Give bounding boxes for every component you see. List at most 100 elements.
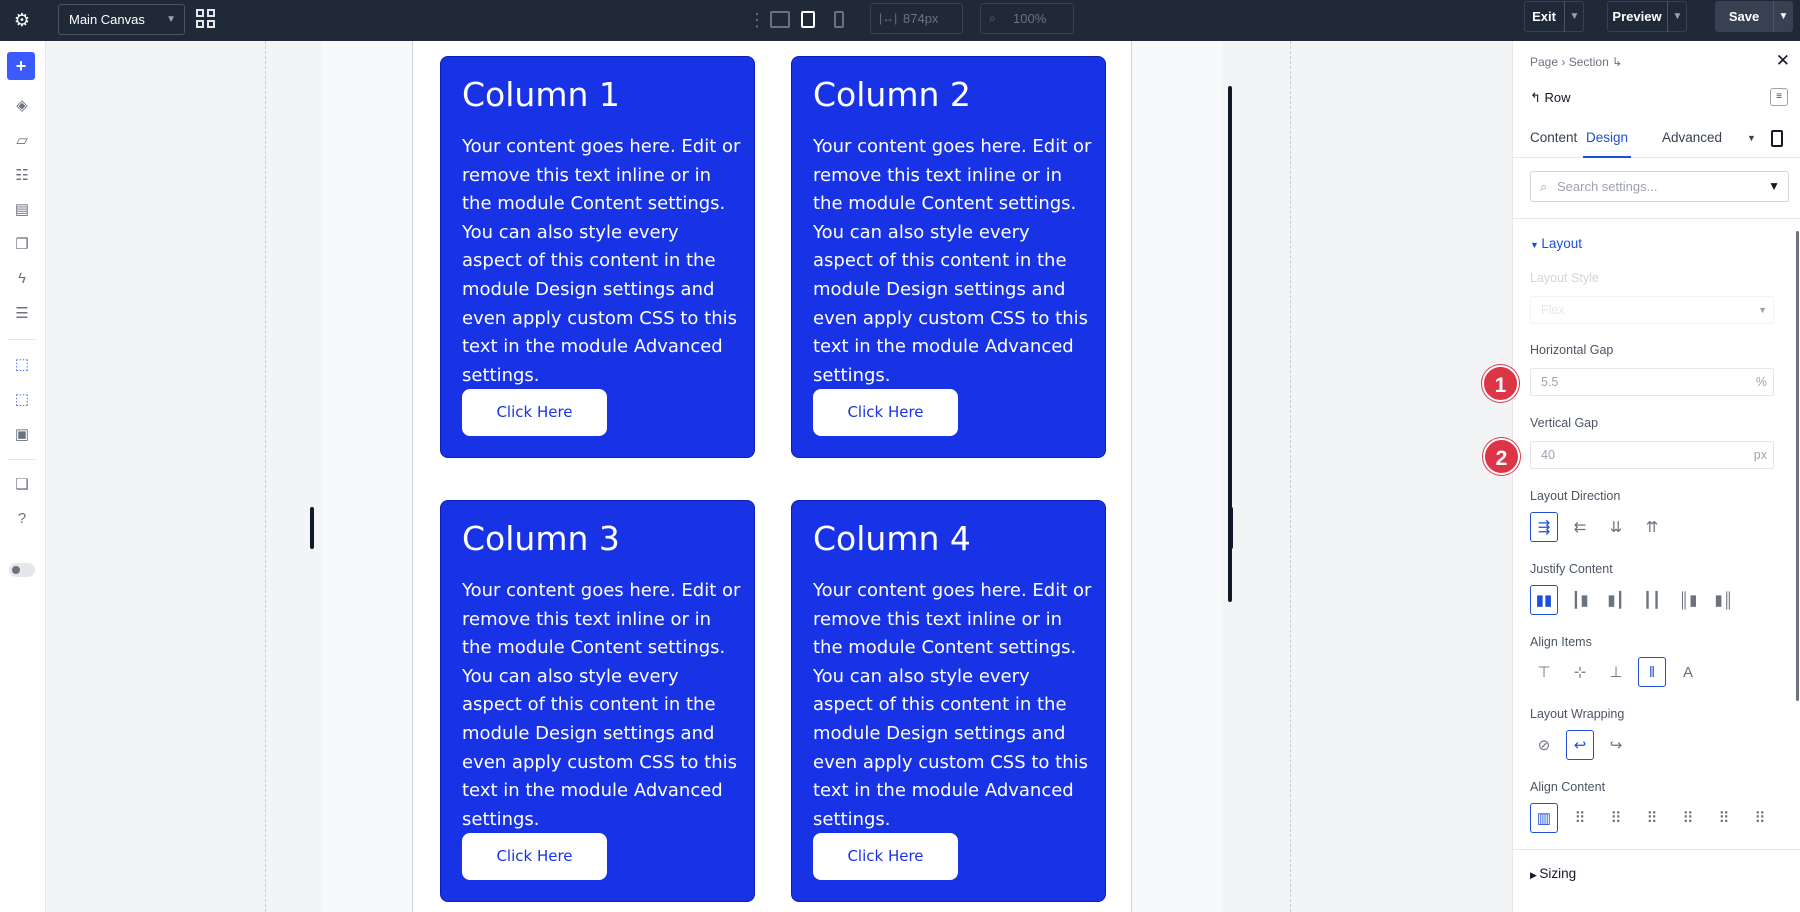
column-text: Your content goes here. Edit or remove t… <box>813 580 1092 830</box>
vertical-gap-unit[interactable]: px <box>1754 442 1767 468</box>
left-sidebar: + ◈ ▱ ☷ ▤ ❐ ϟ ☰ ⬚ ⬚ ▣ ❏ ? <box>0 41 46 912</box>
horizontal-gap-unit[interactable]: % <box>1756 369 1767 395</box>
wrap-icon[interactable]: ↩ <box>1566 730 1594 760</box>
layout-section-header[interactable]: ▼ Layout <box>1530 236 1582 251</box>
column-card[interactable]: Column 4 Your content goes here. Edit or… <box>791 500 1106 902</box>
sizing-section-title: Sizing <box>1539 866 1577 881</box>
align-content-stretch-icon[interactable]: ▥ <box>1530 803 1558 833</box>
add-icon[interactable]: + <box>7 52 35 80</box>
zoom-field[interactable]: ⌕ 100% <box>980 3 1074 34</box>
lightning-icon[interactable]: ϟ <box>11 267 33 289</box>
horizontal-gap-input[interactable]: 5.5 % <box>1530 368 1774 396</box>
justify-start-icon[interactable]: ▮▮ <box>1530 585 1558 615</box>
phone-view-icon[interactable] <box>1771 130 1783 147</box>
click-here-button[interactable]: Click Here <box>813 833 958 880</box>
more-vertical-icon[interactable]: ⋮ <box>748 6 766 34</box>
resize-handle-left[interactable] <box>310 507 314 549</box>
tab-content[interactable]: Content <box>1530 121 1577 158</box>
tab-advanced[interactable]: Advanced <box>1662 121 1722 158</box>
layout-style-value: Flex <box>1541 303 1565 317</box>
breadcrumb-section[interactable]: Section <box>1569 55 1609 69</box>
tablet-view-icon[interactable] <box>801 11 815 28</box>
settings-list-icon[interactable]: ☰ <box>11 302 33 324</box>
direction-row-reverse-icon[interactable]: ⇇ <box>1566 512 1594 542</box>
align-center-icon[interactable]: ⊹ <box>1566 657 1594 687</box>
column-card[interactable]: Column 1 Your content goes here. Edit or… <box>440 56 755 458</box>
panel-scrollbar[interactable] <box>1796 231 1799 701</box>
align-start-icon[interactable]: ⊤ <box>1530 657 1558 687</box>
direction-row-icon[interactable]: ⇶ <box>1530 512 1558 542</box>
justify-center-icon[interactable]: ┃▮ <box>1566 585 1594 615</box>
canvas-width-value: 874px <box>903 11 939 26</box>
align-content-around-icon[interactable]: ⠿ <box>1710 803 1738 833</box>
justify-end-icon[interactable]: ▮┃ <box>1602 585 1630 615</box>
back-icon[interactable]: ↰ <box>1530 90 1545 105</box>
chevron-down-icon[interactable]: ▼ <box>1564 1 1584 32</box>
canvas-selector[interactable]: Main Canvas ▼ <box>58 4 185 35</box>
click-here-button[interactable]: Click Here <box>462 389 607 436</box>
annotation-marker: 1 <box>1482 365 1519 402</box>
breadcrumb-page[interactable]: Page <box>1530 55 1558 69</box>
filter-icon[interactable]: ▼ <box>1768 172 1780 201</box>
align-end-icon[interactable]: ⊥ <box>1602 657 1630 687</box>
layout-settings-icon[interactable]: ▣ <box>11 423 33 445</box>
desktop-view-icon[interactable] <box>770 11 790 28</box>
grid-icon[interactable] <box>196 9 218 31</box>
align-content-evenly-icon[interactable]: ⠿ <box>1746 803 1774 833</box>
click-here-button[interactable]: Click Here <box>813 389 958 436</box>
element-options-icon[interactable]: ≡ <box>1770 88 1788 106</box>
forms-icon[interactable]: ▤ <box>11 198 33 220</box>
theme-toggle[interactable] <box>9 563 35 577</box>
justify-around-icon[interactable]: ║▮ <box>1674 585 1702 615</box>
layers-icon[interactable]: ◈ <box>11 94 33 116</box>
layout-style-label: Layout Style <box>1530 271 1599 285</box>
wrap-reverse-icon[interactable]: ↪ <box>1602 730 1630 760</box>
no-wrap-icon[interactable]: ⊘ <box>1530 730 1558 760</box>
row-height-handle[interactable] <box>1228 86 1232 602</box>
direction-column-icon[interactable]: ⇊ <box>1602 512 1630 542</box>
vertical-gap-input[interactable]: 40 px <box>1530 441 1774 469</box>
column-title: Column 2 <box>813 75 971 114</box>
align-content-end-icon[interactable]: ⠿ <box>1638 803 1666 833</box>
chevron-down-icon[interactable]: ▼ <box>1747 133 1756 143</box>
caret-down-icon: ▼ <box>1530 240 1542 250</box>
search-placeholder: Search settings... <box>1557 179 1658 194</box>
align-content-center-icon[interactable]: ⠿ <box>1602 803 1630 833</box>
layout-style-select[interactable]: Flex ▼ <box>1530 296 1774 324</box>
chevron-down-icon[interactable]: ▼ <box>1667 1 1687 32</box>
sidebar-divider <box>8 459 36 460</box>
justify-evenly-icon[interactable]: ▮║ <box>1710 585 1738 615</box>
multi-select-icon[interactable]: ⬚ <box>11 388 33 410</box>
column-card[interactable]: Column 3 Your content goes here. Edit or… <box>440 500 755 902</box>
column-text: Your content goes here. Edit or remove t… <box>462 580 741 830</box>
select-element-icon[interactable]: ⬚ <box>11 353 33 375</box>
gear-icon[interactable]: ⚙ <box>10 8 34 32</box>
align-content-start-icon[interactable]: ⠿ <box>1566 803 1594 833</box>
pages-icon[interactable]: ❐ <box>11 233 33 255</box>
guide-line <box>1290 41 1291 912</box>
window-icon[interactable]: ❏ <box>11 473 33 495</box>
chevron-down-icon[interactable]: ▼ <box>1773 1 1793 32</box>
tab-design[interactable]: Design <box>1583 121 1632 158</box>
help-icon[interactable]: ? <box>11 507 33 529</box>
align-baseline-icon[interactable]: A <box>1674 657 1702 687</box>
sizing-section-header[interactable]: ▶ Sizing <box>1530 866 1576 881</box>
column-text: Your content goes here. Edit or remove t… <box>813 136 1092 386</box>
database-icon[interactable]: ☷ <box>11 164 33 186</box>
align-stretch-icon[interactable]: ‖ <box>1638 657 1666 687</box>
direction-column-reverse-icon[interactable]: ⇈ <box>1638 512 1666 542</box>
width-icon: |↔| <box>879 11 898 25</box>
search-settings-input[interactable]: ⌕ Search settings... ▼ <box>1530 171 1789 202</box>
justify-between-icon[interactable]: ┃┃ <box>1638 585 1666 615</box>
align-content-between-icon[interactable]: ⠿ <box>1674 803 1702 833</box>
column-title: Column 3 <box>462 519 620 558</box>
chevron-down-icon: ▼ <box>166 14 176 25</box>
library-icon[interactable]: ▱ <box>11 129 33 151</box>
click-here-button[interactable]: Click Here <box>462 833 607 880</box>
close-icon[interactable]: ✕ <box>1776 51 1790 71</box>
settings-tabs: Content Design Advanced ▼ <box>1513 121 1800 158</box>
column-card[interactable]: Column 2 Your content goes here. Edit or… <box>791 56 1106 458</box>
sidebar-divider <box>8 339 36 340</box>
phone-view-icon[interactable] <box>834 11 844 28</box>
canvas-width-field[interactable]: |↔| 874px <box>870 3 963 34</box>
